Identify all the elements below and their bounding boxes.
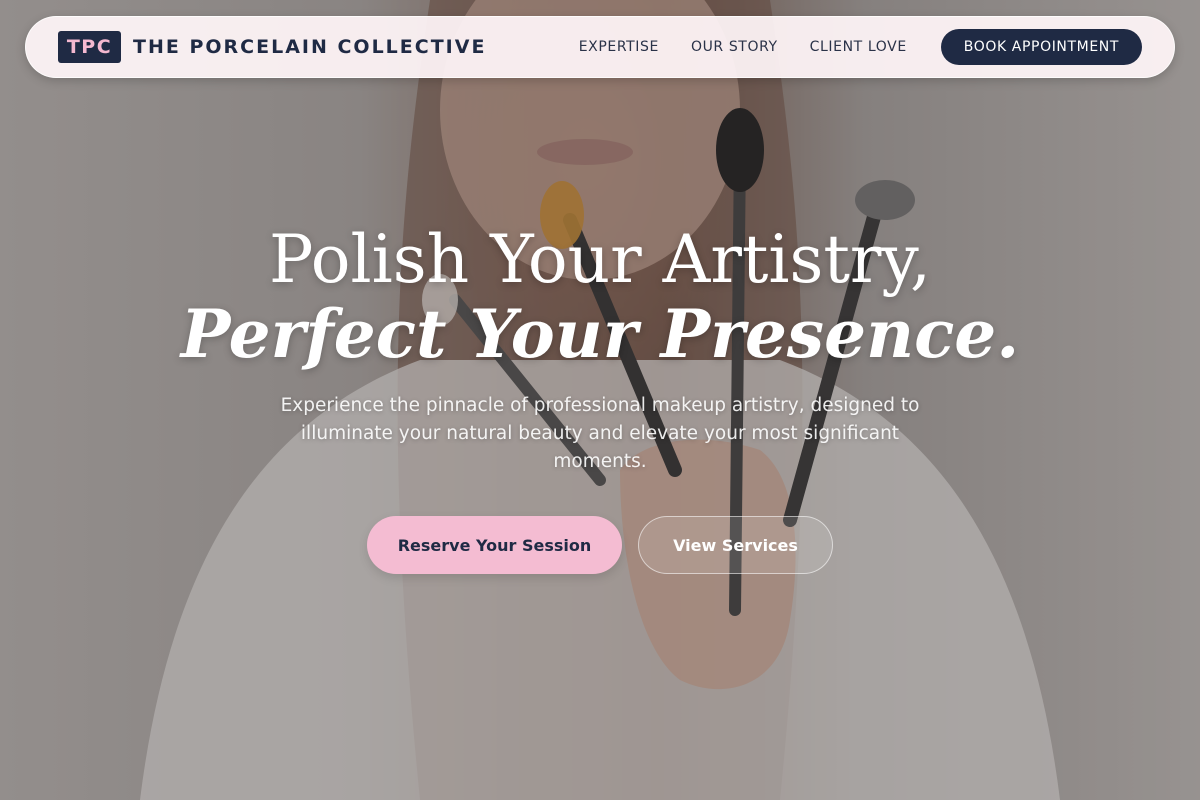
- nav-links: EXPERTISE OUR STORY CLIENT LOVE BOOK APP…: [579, 29, 1142, 65]
- book-appointment-button[interactable]: BOOK APPOINTMENT: [940, 29, 1142, 65]
- headline-line-1: Polish Your Artistry,: [269, 221, 931, 298]
- nav-link-our-story[interactable]: OUR STORY: [691, 39, 778, 55]
- nav-link-expertise[interactable]: EXPERTISE: [579, 39, 659, 55]
- brand-badge: TPC: [58, 31, 121, 63]
- hero-buttons: Reserve Your Session View Services: [0, 516, 1200, 574]
- nav-link-client-love[interactable]: CLIENT LOVE: [810, 39, 907, 55]
- navbar: TPC THE PORCELAIN COLLECTIVE EXPERTISE O…: [25, 16, 1175, 78]
- headline-line-2: Perfect Your Presence.: [180, 295, 1020, 373]
- hero-headline: Polish Your Artistry, Perfect Your Prese…: [0, 221, 1200, 373]
- hero-section: Polish Your Artistry, Perfect Your Prese…: [0, 222, 1200, 574]
- reserve-session-button[interactable]: Reserve Your Session: [367, 516, 622, 574]
- brand-logo[interactable]: TPC THE PORCELAIN COLLECTIVE: [58, 31, 486, 63]
- hero-subtitle: Experience the pinnacle of professional …: [280, 395, 920, 472]
- brand-name: THE PORCELAIN COLLECTIVE: [133, 36, 487, 58]
- view-services-button[interactable]: View Services: [638, 516, 833, 574]
